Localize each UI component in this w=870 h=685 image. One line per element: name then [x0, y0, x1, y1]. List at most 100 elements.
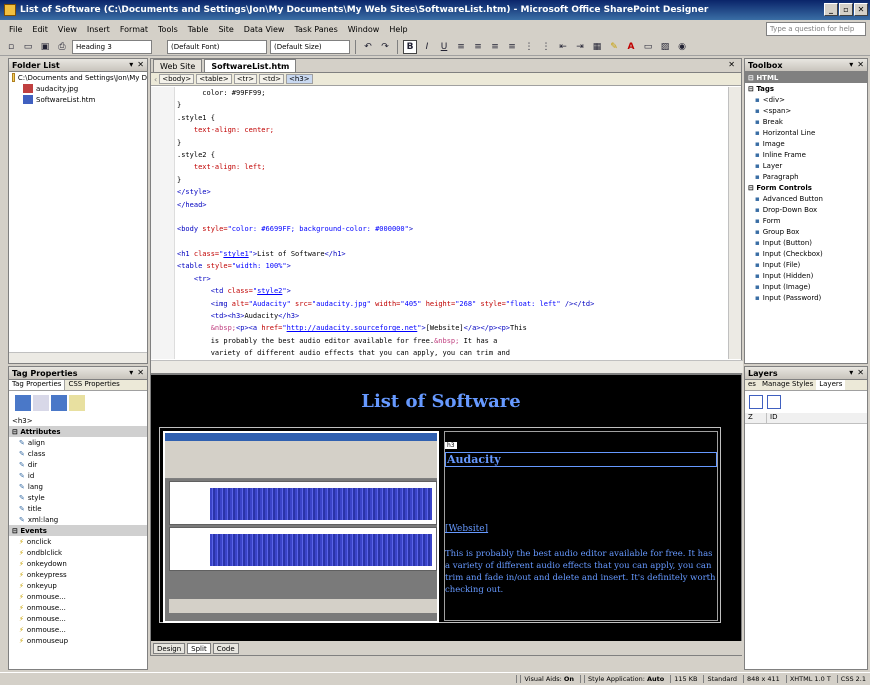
- code-line[interactable]: 34 variety of different audio effects th…: [177, 347, 729, 359]
- breadcrumb-back-icon[interactable]: ‹: [154, 75, 157, 84]
- panel-close-icon[interactable]: ✕: [857, 60, 864, 69]
- event-row[interactable]: ⚡ onclick: [9, 536, 147, 547]
- align-right-icon[interactable]: ≡: [488, 40, 502, 54]
- new-page-icon[interactable]: ▫: [4, 40, 18, 54]
- attribute-row[interactable]: ✎ class: [9, 448, 147, 459]
- tab-softwarelist[interactable]: SoftwareList.htm: [204, 59, 297, 72]
- italic-icon[interactable]: I: [420, 40, 434, 54]
- attribute-row[interactable]: ✎ style: [9, 492, 147, 503]
- toolbox-form-item[interactable]: ▪ Input (Hidden): [745, 270, 867, 281]
- page-dimensions-status[interactable]: 848 x 411: [743, 675, 780, 683]
- size-select[interactable]: (Default Size): [270, 39, 350, 54]
- code-line[interactable]: 31 <td><h3>Audacity</h3>: [177, 310, 729, 322]
- code-hscroll[interactable]: [151, 360, 743, 373]
- panel-close-icon[interactable]: ✕: [857, 368, 864, 377]
- minimize-button[interactable]: _: [824, 3, 838, 16]
- menu-data-view[interactable]: Data View: [239, 25, 290, 34]
- font-select[interactable]: (Default Font): [167, 39, 267, 54]
- menu-edit[interactable]: Edit: [27, 25, 53, 34]
- menu-format[interactable]: Format: [115, 25, 153, 34]
- code-line[interactable]: 15.style1 {: [177, 112, 729, 124]
- code-line[interactable]: 30 <img alt="Audacity" src="audacity.jpg…: [177, 298, 729, 310]
- attribute-row[interactable]: ✎ xml:lang: [9, 514, 147, 525]
- event-row[interactable]: ⚡ onmouse...: [9, 602, 147, 613]
- tab-manage-styles[interactable]: Manage Styles: [759, 380, 816, 390]
- tab-css-properties[interactable]: CSS Properties: [65, 380, 122, 390]
- toolbox-form-header[interactable]: ⊟ Form Controls: [745, 182, 867, 193]
- toolbox-tag-item[interactable]: ▪ Break: [745, 116, 867, 127]
- code-line[interactable]: 21</style>: [177, 186, 729, 198]
- toolbox-form-item[interactable]: ▪ Advanced Button: [745, 193, 867, 204]
- design-view-button[interactable]: Design: [153, 642, 186, 654]
- toolbox-form-item[interactable]: ▪ Input (Button): [745, 237, 867, 248]
- save-icon[interactable]: ▣: [38, 40, 52, 54]
- toolbox-form-item[interactable]: ▪ Input (Checkbox): [745, 248, 867, 259]
- code-line[interactable]: 29 <td class="style2">: [177, 285, 729, 297]
- toolbox-form-item[interactable]: ▪ Group Box: [745, 226, 867, 237]
- code-line[interactable]: 25: [177, 236, 729, 248]
- outdent-icon[interactable]: ⇤: [556, 40, 570, 54]
- breadcrumb-item[interactable]: <tr>: [233, 74, 258, 84]
- folder-hscroll[interactable]: [9, 352, 147, 363]
- categorized-icon[interactable]: [15, 395, 31, 411]
- toolbox-tag-item[interactable]: ▪ Paragraph: [745, 171, 867, 182]
- panel-menu-icon[interactable]: ▾: [849, 60, 853, 69]
- tab-tag-properties[interactable]: Tag Properties: [9, 380, 66, 390]
- code-line[interactable]: 26<h1 class="style1">List of Software</h…: [177, 248, 729, 260]
- code-line[interactable]: 22</head>: [177, 199, 729, 211]
- style-select[interactable]: Heading 3: [72, 39, 152, 54]
- toolbox-tag-item[interactable]: ▪ Horizontal Line: [745, 127, 867, 138]
- code-line[interactable]: 14}: [177, 99, 729, 111]
- menu-table[interactable]: Table: [183, 25, 214, 34]
- code-line[interactable]: 20}: [177, 174, 729, 186]
- close-button[interactable]: ✕: [854, 3, 868, 16]
- code-line[interactable]: 18.style2 {: [177, 149, 729, 161]
- undo-icon[interactable]: ↶: [361, 40, 375, 54]
- folder-root[interactable]: C:\Documents and Settings\Jon\My D: [9, 72, 147, 83]
- code-line[interactable]: 13 color: #99FF99;: [177, 87, 729, 99]
- justify-icon[interactable]: ≡: [505, 40, 519, 54]
- redo-icon[interactable]: ↷: [378, 40, 392, 54]
- attributes-header[interactable]: ⊟ Attributes: [9, 426, 147, 437]
- toolbox-form-item[interactable]: ▪ Input (Image): [745, 281, 867, 292]
- toolbox-tag-item[interactable]: ▪ Layer: [745, 160, 867, 171]
- event-row[interactable]: ⚡ onkeyup: [9, 580, 147, 591]
- help-search-input[interactable]: Type a question for help: [766, 22, 866, 36]
- bullet-list-icon[interactable]: ⋮: [539, 40, 553, 54]
- h3-audacity[interactable]: Audacity: [445, 452, 717, 467]
- attribute-row[interactable]: ✎ dir: [9, 459, 147, 470]
- panel-close-icon[interactable]: ✕: [137, 368, 144, 377]
- website-link[interactable]: [Website]: [445, 524, 488, 534]
- toolbox-tag-item[interactable]: ▪ Inline Frame: [745, 149, 867, 160]
- align-center-icon[interactable]: ≡: [471, 40, 485, 54]
- code-line[interactable]: 32 &nbsp;<p><a href="http://audacity.sou…: [177, 322, 729, 334]
- tab-web-site[interactable]: Web Site: [153, 59, 203, 72]
- layers-id-column[interactable]: ID: [767, 413, 777, 423]
- menu-insert[interactable]: Insert: [82, 25, 115, 34]
- panel-close-icon[interactable]: ✕: [137, 60, 144, 69]
- attribute-row[interactable]: ✎ align: [9, 437, 147, 448]
- draw-layer-icon[interactable]: [767, 395, 781, 409]
- toolbox-form-item[interactable]: ▪ Input (Password): [745, 292, 867, 303]
- sort-az-icon[interactable]: [33, 395, 49, 411]
- breadcrumb-item[interactable]: <table>: [196, 74, 232, 84]
- event-row[interactable]: ⚡ onmouse...: [9, 591, 147, 602]
- breadcrumb-item[interactable]: <td>: [259, 74, 284, 84]
- panel-menu-icon[interactable]: ▾: [129, 60, 133, 69]
- highlight-icon[interactable]: ✎: [607, 40, 621, 54]
- event-row[interactable]: ⚡ onmouse...: [9, 613, 147, 624]
- code-line[interactable]: 27<table style="width: 100%">: [177, 260, 729, 272]
- breadcrumb-item[interactable]: <h3>: [286, 74, 313, 84]
- align-left-icon[interactable]: ≡: [454, 40, 468, 54]
- indent-icon[interactable]: ⇥: [573, 40, 587, 54]
- content-cell[interactable]: h3 Audacity [Website] This is probably t…: [444, 431, 718, 621]
- content-table[interactable]: h3 Audacity [Website] This is probably t…: [159, 427, 721, 623]
- code-line[interactable]: 28 <tr>: [177, 273, 729, 285]
- css-version-status[interactable]: CSS 2.1: [836, 675, 866, 683]
- toolbox-tags-header[interactable]: ⊟ Tags: [745, 83, 867, 94]
- visual-aids-status[interactable]: Visual Aids: On: [516, 675, 574, 683]
- code-line[interactable]: 24<body style="color: #6699FF; backgroun…: [177, 223, 729, 235]
- code-line[interactable]: 16 text-align: center;: [177, 124, 729, 136]
- font-color-icon[interactable]: A: [624, 40, 638, 54]
- code-line[interactable]: 17}: [177, 137, 729, 149]
